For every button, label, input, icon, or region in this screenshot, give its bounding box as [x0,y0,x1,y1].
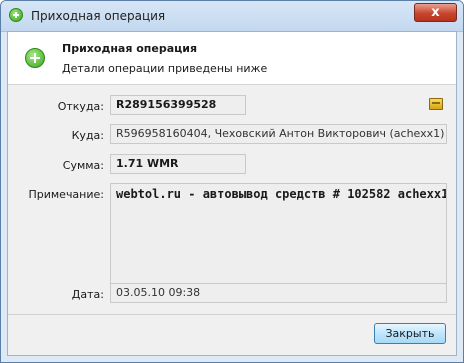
header-title: Приходная операция [62,42,198,55]
note-field[interactable]: webtol.ru - автовывод средств # 102582 a… [110,183,447,291]
note-label: Примечание: [28,188,104,201]
close-button[interactable]: Закрыть [374,323,446,344]
plus-circle-icon [9,8,23,22]
to-field[interactable]: R596958160404, Чеховский Антон Викторови… [110,124,447,144]
header-subtitle: Детали операции приведены ниже [62,62,268,75]
window-close-button[interactable]: x [414,3,457,22]
window-title: Приходная операция [31,9,166,23]
amount-label: Сумма: [62,159,104,172]
amount-field[interactable]: 1.71 WMR [110,154,246,174]
to-label: Куда: [71,129,104,142]
date-label: Дата: [71,288,104,301]
date-field[interactable]: 03.05.10 09:38 [110,283,447,303]
title-bar[interactable]: Приходная операция x [1,1,463,32]
footer-divider [8,314,456,315]
from-field[interactable]: R289156399528 [110,95,246,115]
plus-circle-icon [25,48,45,68]
close-icon: x [431,5,440,20]
dialog-body: Приходная операция Детали операции приве… [7,31,457,356]
dialog-window: Приходная операция x Приходная операция … [0,0,464,363]
dialog-header: Приходная операция Детали операции приве… [8,32,456,85]
from-label: Откуда: [57,100,104,113]
wallet-icon[interactable] [429,98,443,110]
